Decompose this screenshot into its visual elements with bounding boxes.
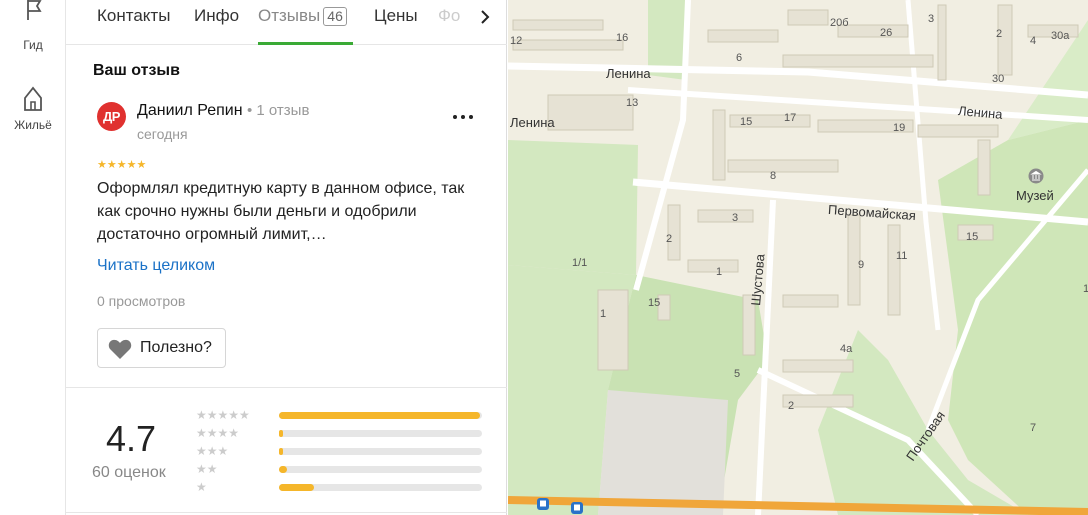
house-icon [24, 86, 42, 111]
distribution-stars: ★★ [196, 462, 218, 476]
distribution-bar [279, 412, 482, 419]
house-number: 20б [830, 17, 849, 29]
distribution-bar [279, 484, 482, 491]
house-number: 30а [1051, 30, 1070, 42]
distribution-stars: ★★★★ [196, 426, 240, 440]
distribution-bar-fill [279, 448, 284, 455]
house-number: 3 [732, 212, 739, 224]
organization-panel: Контакты Инфо Отзывы 46 Цены Фо Ваш отзыв… [66, 0, 507, 515]
rail-item-label: Гид [23, 38, 43, 52]
tab-reviews[interactable]: Отзывы 46 [258, 6, 347, 26]
rating-count: 60 оценок [92, 464, 166, 481]
house-number: 12 [510, 35, 523, 47]
tabs-scroll-right-button[interactable] [476, 8, 494, 26]
house-number: 11 [896, 250, 908, 262]
useful-label: Полезно? [140, 339, 212, 356]
house-number: 19 [893, 122, 906, 134]
dot [453, 115, 457, 119]
review-text: Оформлял кредитную карту в данном офисе,… [97, 180, 465, 243]
distribution-bar [279, 430, 482, 437]
author-name[interactable]: Даниил Репин [137, 102, 243, 119]
tab-count-badge: 46 [323, 7, 347, 26]
poi-label-museum[interactable]: Музей [1016, 188, 1054, 203]
review-date: сегодня [137, 126, 188, 142]
tab-photos[interactable]: Фо [438, 6, 460, 26]
review-author: Даниил Репин • 1 отзыв [137, 102, 309, 120]
rail-item-label: Жильё [14, 118, 52, 132]
tab-prices[interactable]: Цены [374, 6, 418, 26]
flag-icon [27, 0, 42, 20]
house-number: 9 [858, 259, 865, 271]
house-number: 26 [880, 27, 893, 39]
rail-item-housing[interactable]: Жильё [0, 84, 66, 132]
house-number: 16 [616, 32, 629, 44]
bus-stop-icon[interactable] [570, 501, 584, 515]
tab-bar: Контакты Инфо Отзывы 46 Цены Фо [66, 0, 507, 45]
distribution-bar [279, 466, 482, 473]
house-number: 2 [666, 233, 673, 245]
house-number: 5 [734, 368, 741, 380]
chevron-right-icon [481, 10, 490, 24]
house-number: 15 [648, 297, 661, 309]
divider [66, 512, 507, 513]
house-number: 15 [966, 231, 979, 243]
house-number: 8 [770, 170, 777, 182]
section-title: Ваш отзыв [93, 62, 180, 79]
distribution-stars: ★★★★★ [196, 408, 250, 422]
distribution-stars: ★★★ [196, 444, 229, 458]
dot [469, 115, 473, 119]
rail-item-guide[interactable]: Гид [0, 0, 66, 52]
tab-info[interactable]: Инфо [194, 6, 239, 26]
house-number: 13 [626, 97, 639, 109]
house-number: 2 [996, 28, 1003, 40]
house-number: 7 [1030, 422, 1037, 434]
house-number: 6 [736, 52, 743, 64]
distribution-bar-fill [279, 484, 314, 491]
dot [461, 115, 465, 119]
distribution-stars: ★ [196, 480, 207, 494]
author-review-count: • 1 отзыв [246, 102, 310, 119]
bus-stop-icon[interactable] [536, 497, 550, 511]
divider [66, 387, 507, 388]
house-number: 15 [740, 116, 753, 128]
review-stars: ★★★★★ [97, 159, 147, 171]
more-options-button[interactable] [448, 104, 478, 128]
useful-button[interactable]: Полезно? [97, 328, 226, 368]
house-number: 1 [600, 308, 607, 320]
read-more-link[interactable]: Читать целиком [97, 257, 215, 275]
house-number: 1 [716, 266, 723, 278]
house-number: 3 [928, 13, 935, 25]
house-number: 1 [1083, 283, 1088, 295]
distribution-bar-fill [279, 430, 284, 437]
distribution-bar-fill [279, 466, 288, 473]
heart-icon [108, 339, 132, 359]
tab-label: Отзывы [258, 6, 321, 25]
active-tab-indicator [258, 42, 353, 45]
house-number: 30 [992, 73, 1005, 85]
street-label: Ленина [606, 66, 651, 81]
museum-icon[interactable] [1028, 168, 1044, 184]
views-count: 0 просмотров [97, 293, 186, 309]
left-rail: Гид Жильё [0, 0, 66, 515]
house-number: 4а [840, 343, 853, 355]
distribution-bar [279, 448, 482, 455]
avatar[interactable]: ДР [97, 102, 126, 131]
distribution-bar-fill [279, 412, 480, 419]
house-number: 2 [788, 400, 795, 412]
house-number: 17 [784, 112, 797, 124]
rating-value: 4.7 [106, 418, 157, 459]
tab-contacts[interactable]: Контакты [97, 6, 170, 26]
house-number: 4 [1030, 35, 1037, 47]
map[interactable]: Ленина Ленина Ленина Первомайская Шустов… [508, 0, 1088, 515]
house-number: 1/1 [572, 257, 588, 269]
street-label: Ленина [510, 115, 555, 130]
